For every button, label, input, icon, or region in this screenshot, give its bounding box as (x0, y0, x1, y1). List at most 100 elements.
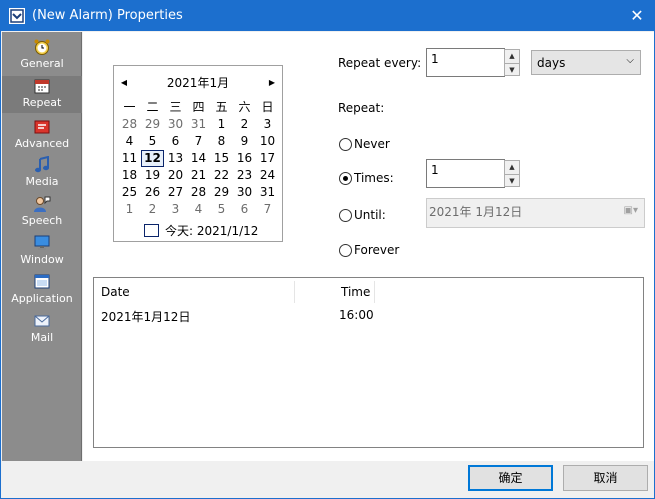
day-cell[interactable]: 28 (118, 116, 141, 133)
ok-button[interactable]: 确定 (468, 465, 553, 491)
calendar-month-title[interactable]: 2021年1月 (114, 75, 282, 91)
repeat-every-input[interactable]: 1 (426, 48, 505, 77)
sidebar-item-repeat[interactable]: Repeat (2, 76, 82, 113)
day-cell[interactable]: 7 (187, 133, 210, 150)
sidebar-item-label: Mail (30, 331, 54, 344)
spin-down-icon[interactable]: ▼ (505, 62, 519, 76)
day-cell[interactable]: 31 (187, 116, 210, 133)
day-cell[interactable]: 31 (256, 184, 279, 201)
column-header-time[interactable]: Time (341, 285, 370, 299)
sidebar-item-window[interactable]: Window (2, 234, 82, 271)
spin-down-icon[interactable]: ▼ (505, 173, 519, 187)
date-picker-dropdown-icon: ▣▾ (623, 205, 638, 216)
day-cell[interactable]: 6 (164, 133, 187, 150)
sidebar-item-media[interactable]: Media (2, 156, 82, 193)
day-cell[interactable]: 27 (164, 184, 187, 201)
day-cell[interactable]: 11 (118, 150, 141, 167)
weekday-row: 一 二 三 四 五 六 日 (118, 99, 279, 116)
sidebar-item-label: Application (11, 292, 73, 305)
sidebar-item-advanced[interactable]: Advanced (2, 118, 82, 155)
day-cell[interactable]: 3 (256, 116, 279, 133)
column-divider[interactable] (374, 281, 375, 303)
sidebar-item-general[interactable]: General (2, 38, 82, 75)
day-cell[interactable]: 2 (141, 201, 164, 218)
row-date: 2021年1月12日 (101, 310, 191, 324)
day-cell[interactable]: 10 (256, 133, 279, 150)
list-header: Date Time (94, 278, 643, 304)
day-cell[interactable]: 4 (118, 133, 141, 150)
times-label[interactable]: Times: (354, 171, 394, 185)
day-cell[interactable]: 19 (141, 167, 164, 184)
sidebar-item-mail[interactable]: Mail (2, 312, 82, 349)
day-cell[interactable]: 23 (233, 167, 256, 184)
day-cell[interactable]: 28 (187, 184, 210, 201)
row-time: 16:00 (339, 308, 374, 322)
day-cell[interactable]: 22 (210, 167, 233, 184)
day-cell-today[interactable]: 12 (141, 150, 164, 167)
day-cell[interactable]: 21 (187, 167, 210, 184)
day-cell[interactable]: 30 (164, 116, 187, 133)
forever-label[interactable]: Forever (354, 243, 399, 257)
until-radio[interactable] (339, 209, 352, 222)
day-cell[interactable]: 4 (187, 201, 210, 218)
sidebar-item-speech[interactable]: Speech (2, 195, 82, 232)
column-header-date[interactable]: Date (101, 285, 130, 299)
week-row: 4 5 6 7 8 9 10 (118, 133, 279, 150)
until-label[interactable]: Until: (354, 208, 386, 222)
sidebar-item-label: Speech (21, 214, 63, 227)
day-cell[interactable]: 3 (164, 201, 187, 218)
day-cell[interactable]: 30 (233, 184, 256, 201)
never-label[interactable]: Never (354, 137, 390, 151)
day-cell[interactable]: 29 (210, 184, 233, 201)
speech-icon (34, 196, 51, 212)
repeat-unit-select[interactable]: days ⌵ (531, 50, 641, 75)
day-cell[interactable]: 6 (233, 201, 256, 218)
day-cell[interactable]: 13 (164, 150, 187, 167)
day-cell[interactable]: 9 (233, 133, 256, 150)
day-cell[interactable]: 7 (256, 201, 279, 218)
column-divider[interactable] (294, 281, 295, 303)
envelope-icon (34, 315, 50, 327)
sidebar-item-label: Repeat (22, 96, 62, 109)
never-radio[interactable] (339, 138, 352, 151)
day-cell[interactable]: 25 (118, 184, 141, 201)
week-row: 11 12 13 14 15 16 17 (118, 150, 279, 167)
calendar-today-link[interactable]: 今天: 2021/1/12 (144, 223, 258, 239)
day-cell[interactable]: 8 (210, 133, 233, 150)
previous-month-arrow-icon[interactable]: ◀ (117, 75, 131, 91)
title-bar: (New Alarm) Properties ✕ (1, 1, 654, 31)
day-cell[interactable]: 18 (118, 167, 141, 184)
day-cell[interactable]: 24 (256, 167, 279, 184)
forever-radio[interactable] (339, 244, 352, 257)
month-calendar[interactable]: 2021年1月 ◀ ▶ 一 二 三 四 五 六 日 28 29 30 31 1 … (113, 65, 283, 242)
spin-up-icon[interactable]: ▲ (505, 161, 519, 174)
weekday-label: 六 (238, 100, 251, 114)
day-cell[interactable]: 17 (256, 150, 279, 167)
day-cell[interactable]: 29 (141, 116, 164, 133)
day-cell[interactable]: 20 (164, 167, 187, 184)
sidebar-item-label: Window (20, 253, 64, 266)
close-button[interactable]: ✕ (620, 1, 654, 31)
until-date-picker[interactable]: 2021年 1月12日 ▣▾ (426, 198, 645, 228)
times-radio[interactable] (339, 172, 352, 185)
calendar-header: 2021年1月 ◀ ▶ (114, 75, 282, 91)
day-cell[interactable]: 5 (141, 133, 164, 150)
occurrence-list[interactable]: Date Time 2021年1月12日 16:00 (93, 277, 644, 448)
repeat-every-spinner[interactable]: ▲ ▼ (504, 49, 520, 76)
times-input[interactable]: 1 (426, 159, 505, 188)
day-cell[interactable]: 1 (118, 201, 141, 218)
day-cell[interactable]: 2 (233, 116, 256, 133)
spin-up-icon[interactable]: ▲ (505, 50, 519, 63)
cancel-button[interactable]: 取消 (563, 465, 648, 491)
day-cell[interactable]: 5 (210, 201, 233, 218)
day-cell[interactable]: 15 (210, 150, 233, 167)
next-month-arrow-icon[interactable]: ▶ (265, 75, 279, 91)
day-cell[interactable]: 1 (210, 116, 233, 133)
times-spinner[interactable]: ▲ ▼ (504, 160, 520, 187)
weekday-label: 五 (215, 100, 228, 114)
day-cell[interactable]: 16 (233, 150, 256, 167)
day-cell[interactable]: 26 (141, 184, 164, 201)
day-cell[interactable]: 14 (187, 150, 210, 167)
weekday-label: 三 (169, 100, 182, 114)
sidebar-item-application[interactable]: Application (2, 273, 82, 310)
